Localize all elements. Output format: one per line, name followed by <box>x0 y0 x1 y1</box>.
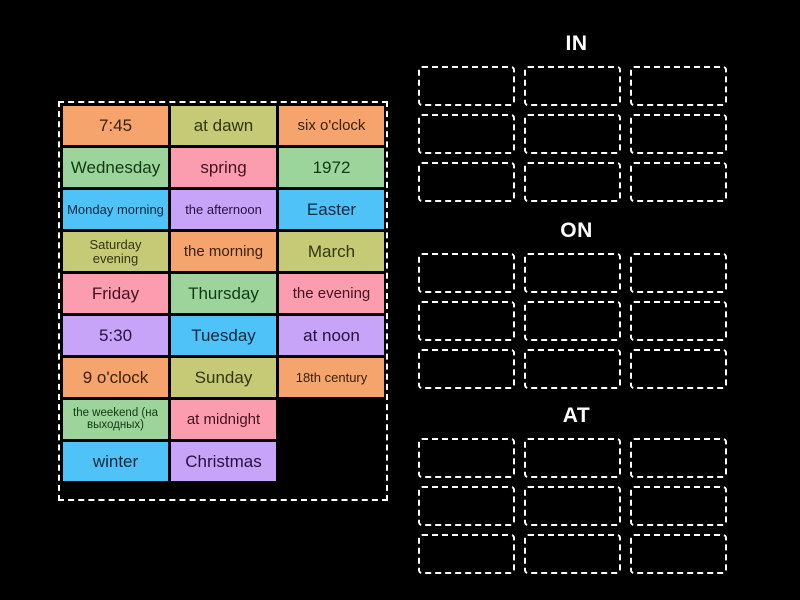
dropzone-in-7[interactable] <box>418 162 515 202</box>
dropzone-at-4[interactable] <box>418 486 515 526</box>
word-tile[interactable]: Saturday evening <box>63 232 168 271</box>
group-on-title: ON <box>560 219 593 242</box>
word-tile-tray[interactable]: 7:45 at dawn six o'clock Wednesday spring 197… <box>58 101 388 501</box>
dropzone-on-3[interactable] <box>630 253 727 293</box>
word-tile[interactable]: Monday morning <box>63 190 168 229</box>
group-on: ON <box>418 219 735 389</box>
dropzone-on-1[interactable] <box>418 253 515 293</box>
word-tile[interactable]: Easter <box>279 190 384 229</box>
dropzone-at-6[interactable] <box>630 486 727 526</box>
dropzone-at-8[interactable] <box>524 534 621 574</box>
word-tile[interactable]: 5:30 <box>63 316 168 355</box>
dropzone-at-5[interactable] <box>524 486 621 526</box>
word-tile[interactable]: winter <box>63 442 168 481</box>
word-tile[interactable]: Friday <box>63 274 168 313</box>
dropzone-in-5[interactable] <box>524 114 621 154</box>
dropzone-at-9[interactable] <box>630 534 727 574</box>
group-at-title: AT <box>562 404 591 427</box>
dropzone-in-2[interactable] <box>524 66 621 106</box>
word-tile[interactable]: Sunday <box>171 358 276 397</box>
word-tile[interactable]: six o'clock <box>279 106 384 145</box>
dropzone-in-9[interactable] <box>630 162 727 202</box>
dropzone-on-8[interactable] <box>524 349 621 389</box>
word-tile[interactable]: Tuesday <box>171 316 276 355</box>
word-tile[interactable]: the weekend (на выходных) <box>63 400 168 439</box>
dropzone-in-1[interactable] <box>418 66 515 106</box>
dropzone-on-5[interactable] <box>524 301 621 341</box>
group-in-title: IN <box>565 32 588 55</box>
tile-slot-empty <box>279 442 384 481</box>
group-on-zone-grid <box>418 253 735 389</box>
word-tile[interactable]: the evening <box>279 274 384 313</box>
word-tile-grid: 7:45 at dawn six o'clock Wednesday spring 197… <box>63 106 384 481</box>
dropzone-at-7[interactable] <box>418 534 515 574</box>
dropzone-in-4[interactable] <box>418 114 515 154</box>
word-tile[interactable]: the morning <box>171 232 276 271</box>
dropzone-on-7[interactable] <box>418 349 515 389</box>
word-tile[interactable]: 1972 <box>279 148 384 187</box>
word-tile[interactable]: at noon <box>279 316 384 355</box>
tile-slot-empty <box>279 400 384 439</box>
group-in-zone-grid <box>418 66 735 202</box>
word-tile[interactable]: the afternoon <box>171 190 276 229</box>
dropzone-at-1[interactable] <box>418 438 515 478</box>
word-tile[interactable]: at midnight <box>171 400 276 439</box>
dropzone-on-6[interactable] <box>630 301 727 341</box>
dropzone-on-2[interactable] <box>524 253 621 293</box>
dropzone-in-8[interactable] <box>524 162 621 202</box>
word-tile[interactable]: 18th century <box>279 358 384 397</box>
dropzone-on-4[interactable] <box>418 301 515 341</box>
group-at-zone-grid <box>418 438 735 574</box>
word-tile[interactable]: 7:45 <box>63 106 168 145</box>
dropzone-at-2[interactable] <box>524 438 621 478</box>
word-tile[interactable]: Thursday <box>171 274 276 313</box>
dropzone-at-3[interactable] <box>630 438 727 478</box>
word-tile[interactable]: 9 o'clock <box>63 358 168 397</box>
group-in: IN <box>418 32 735 202</box>
dropzone-on-9[interactable] <box>630 349 727 389</box>
dropzone-in-3[interactable] <box>630 66 727 106</box>
word-tile[interactable]: March <box>279 232 384 271</box>
word-tile[interactable]: Christmas <box>171 442 276 481</box>
word-tile[interactable]: spring <box>171 148 276 187</box>
word-tile[interactable]: at dawn <box>171 106 276 145</box>
word-tile[interactable]: Wednesday <box>63 148 168 187</box>
group-at: AT <box>418 404 735 574</box>
dropzone-in-6[interactable] <box>630 114 727 154</box>
